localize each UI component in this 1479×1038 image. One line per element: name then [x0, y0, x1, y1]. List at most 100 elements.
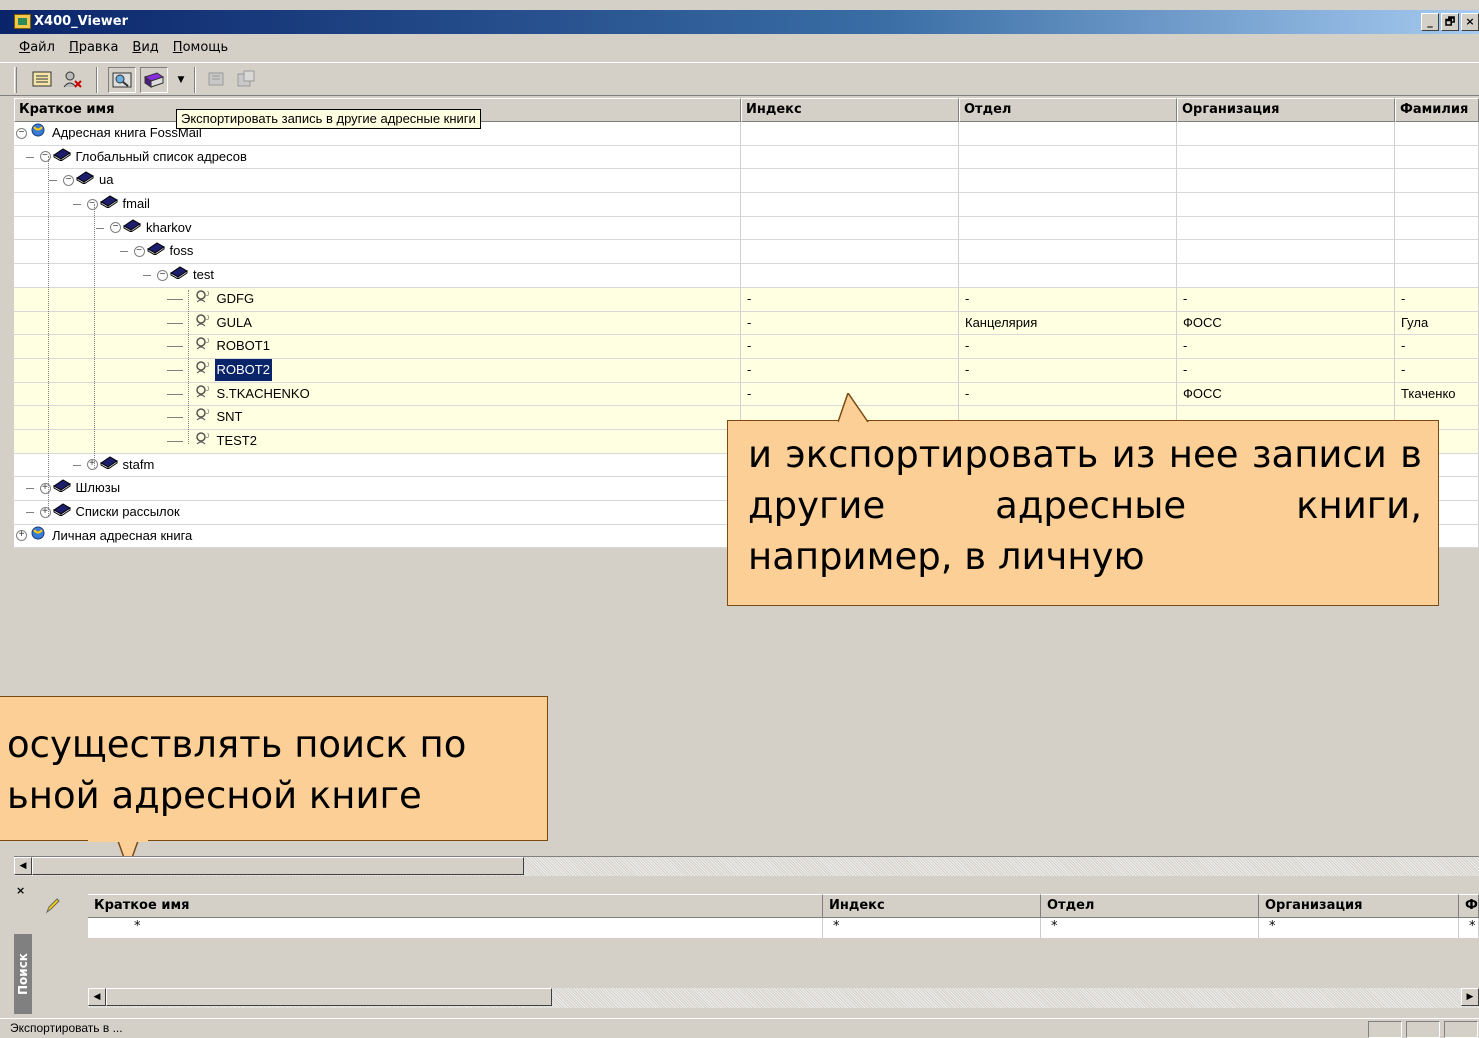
- menu-file[interactable]: Файл: [12, 36, 62, 60]
- tree-node[interactable]: + stafm: [86, 454, 157, 476]
- expand-toggle-icon[interactable]: −: [16, 127, 27, 139]
- tree-node-label: SNT: [216, 409, 243, 425]
- tree-node[interactable]: J GULA: [181, 312, 254, 334]
- tree-node[interactable]: − fmail: [86, 193, 152, 215]
- column-index[interactable]: Индекс: [741, 98, 959, 122]
- cell-short-name: + stafm: [14, 453, 741, 477]
- menu-help[interactable]: Помощь: [166, 36, 235, 60]
- search-horizontal-scrollbar[interactable]: ◀ ▶: [88, 988, 1479, 1008]
- status-panel-3: [1444, 1021, 1478, 1038]
- tree-node[interactable]: − test: [157, 264, 216, 286]
- tree-row-folder[interactable]: − ua: [14, 169, 1479, 194]
- tree-node[interactable]: + Шлюзы: [39, 477, 123, 499]
- cell-organization: ФОСС: [1177, 382, 1395, 406]
- search-tab-label[interactable]: Поиск: [14, 934, 32, 1014]
- cell-short-name: J TEST2: [14, 429, 741, 453]
- expand-toggle-icon[interactable]: +: [86, 459, 98, 471]
- tree-node[interactable]: − kharkov: [110, 217, 194, 239]
- disabled-tool-button-2[interactable]: [232, 67, 260, 93]
- expand-toggle-icon[interactable]: −: [110, 222, 121, 234]
- search-col-department[interactable]: Отдел: [1041, 894, 1259, 918]
- disabled-tool-button[interactable]: [202, 67, 230, 93]
- tree-row-folder[interactable]: − foss: [14, 240, 1479, 265]
- tree-node[interactable]: J SNT: [181, 406, 245, 428]
- toolbar-separator: [194, 67, 196, 93]
- search-field-organization[interactable]: *: [1259, 918, 1459, 938]
- book-icon: [52, 146, 74, 168]
- tree-node[interactable]: J GDFG: [181, 288, 257, 310]
- search-criteria-row[interactable]: * * * * *: [88, 918, 1479, 938]
- globe-book-icon: [29, 525, 50, 547]
- tree-row-folder[interactable]: − fmail: [14, 193, 1479, 217]
- tree-node[interactable]: − foss: [133, 240, 196, 262]
- maximize-button[interactable]: 🗗: [1441, 13, 1459, 31]
- tree-node[interactable]: J ROBOT1: [181, 335, 272, 357]
- column-surname[interactable]: Фамилия: [1395, 98, 1479, 122]
- cell-short-name: − kharkov: [14, 216, 741, 240]
- tree-node[interactable]: − ua: [63, 169, 115, 191]
- close-search-icon[interactable]: ×: [16, 884, 25, 897]
- search-scroll-thumb[interactable]: [106, 988, 552, 1006]
- tree-row-folder[interactable]: − test: [14, 264, 1479, 288]
- search-scroll-left[interactable]: ◀: [88, 988, 106, 1006]
- tree-connector: [25, 512, 34, 513]
- callout-pointer: [838, 393, 869, 423]
- menu-view[interactable]: Вид: [125, 36, 165, 60]
- book-icon: [52, 477, 74, 499]
- tree-row-user[interactable]: J S.TKACHENKO - - ФОСС Ткаченко: [14, 382, 1479, 407]
- search-side-tab: × Поиск: [14, 882, 32, 1014]
- tree-node[interactable]: − Глобальный список адресов: [39, 146, 249, 168]
- export-button[interactable]: [140, 67, 168, 93]
- tree-node[interactable]: + Личная адресная книга: [16, 525, 194, 547]
- cell-surname: Гула: [1395, 311, 1479, 335]
- tree-horizontal-scrollbar[interactable]: ◀: [14, 856, 1479, 876]
- tree-node-label: Личная адресная книга: [52, 527, 193, 543]
- expand-toggle-icon[interactable]: −: [133, 245, 145, 257]
- expand-toggle-icon[interactable]: −: [157, 269, 168, 281]
- export-dropdown-arrow[interactable]: ▼: [174, 67, 188, 93]
- callout-export-text: и экспортировать из нее записи в другие …: [748, 433, 1422, 578]
- menu-edit[interactable]: Правка: [62, 36, 125, 60]
- minimize-button[interactable]: _: [1421, 13, 1439, 31]
- search-col-index[interactable]: Индекс: [823, 894, 1041, 918]
- tree-row-user[interactable]: J ROBOT1- - - -: [14, 335, 1479, 359]
- tree-node[interactable]: + Списки рассылок: [39, 501, 182, 523]
- expand-toggle-icon[interactable]: +: [16, 530, 27, 542]
- menu-bar: Файл Правка Вид Помощь: [0, 36, 235, 60]
- tree-node[interactable]: J S.TKACHENKO: [181, 383, 312, 405]
- search-field-department[interactable]: *: [1041, 918, 1259, 938]
- expand-toggle-icon[interactable]: −: [86, 198, 98, 210]
- search-field-surname[interactable]: *: [1459, 918, 1479, 938]
- address-book-button[interactable]: [28, 67, 56, 93]
- search-col-surname[interactable]: Ф: [1459, 894, 1479, 918]
- toolbar-grip[interactable]: [14, 67, 17, 93]
- column-organization[interactable]: Организация: [1177, 98, 1395, 122]
- scroll-thumb[interactable]: [32, 857, 524, 875]
- status-panel-2: [1406, 1021, 1440, 1038]
- close-button[interactable]: ×: [1461, 13, 1479, 31]
- search-field-index[interactable]: *: [823, 918, 1041, 938]
- column-department[interactable]: Отдел: [959, 98, 1177, 122]
- tree-row-user[interactable]: J GDFG - - - -: [14, 287, 1479, 312]
- tree-row-user[interactable]: J GULA - Канцелярия ФОСС Гула: [14, 311, 1479, 336]
- search-toggle-button[interactable]: [108, 67, 136, 93]
- tree-node[interactable]: J ROBOT2: [181, 358, 272, 381]
- search-field-short-name[interactable]: *: [88, 918, 823, 938]
- scroll-left-button[interactable]: ◀: [14, 857, 32, 875]
- cell-surname: [1395, 240, 1479, 264]
- expand-toggle-icon[interactable]: −: [63, 174, 74, 186]
- search-col-short-name[interactable]: Краткое имя: [88, 894, 823, 918]
- tree-node[interactable]: J TEST2: [181, 430, 259, 452]
- callout-search: осуществлять поиск по ьной адресной книг…: [0, 696, 548, 841]
- tree-row-user[interactable]: J ROBOT2- - - -: [14, 358, 1479, 383]
- cell-index: [741, 122, 959, 145]
- tree-row-folder[interactable]: − Глобальный список адресов: [14, 145, 1479, 170]
- cell-surname: Ткаченко: [1395, 382, 1479, 406]
- search-col-organization[interactable]: Организация: [1259, 894, 1459, 918]
- tree-row-folder[interactable]: − kharkov: [14, 216, 1479, 241]
- toolbar: ▼: [0, 62, 1479, 96]
- tree-connector: [49, 180, 57, 182]
- search-scroll-right[interactable]: ▶: [1461, 988, 1479, 1006]
- delete-user-button[interactable]: [58, 67, 86, 93]
- cell-organization: ФОСС: [1177, 311, 1395, 335]
